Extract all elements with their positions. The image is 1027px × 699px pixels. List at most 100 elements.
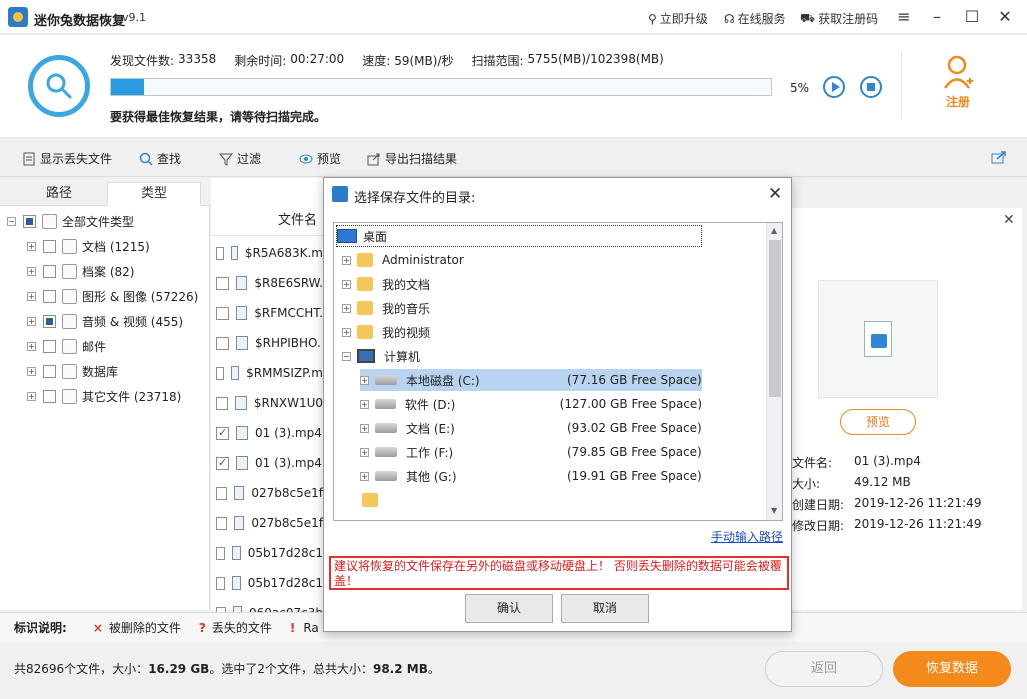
confirm-button[interactable]: 确认 <box>465 594 553 623</box>
tree-item-drive[interactable]: + 其他 (G:) (19.91 GB Free Space) <box>360 465 702 487</box>
file-row[interactable]: $RNXW1U0 <box>211 388 323 418</box>
file-row[interactable]: 027b8c5e1f <box>211 478 323 508</box>
checkbox[interactable] <box>43 264 56 278</box>
tree-item-type[interactable]: + 图形 & 图像 (57226) <box>27 285 198 307</box>
expand-icon[interactable]: + <box>360 375 369 385</box>
collapse-icon[interactable]: − <box>7 216 16 226</box>
file-checkbox[interactable] <box>216 306 229 320</box>
file-row[interactable]: 01 (3).mp4 <box>211 448 323 478</box>
share-icon[interactable] <box>991 150 1007 164</box>
scroll-thumb[interactable] <box>769 240 781 397</box>
expand-icon[interactable]: + <box>27 316 36 326</box>
stop-button[interactable] <box>860 76 882 98</box>
file-row[interactable]: $RFMCCHT. <box>211 298 323 328</box>
file-checkbox[interactable] <box>216 396 229 410</box>
column-header-filename[interactable]: 文件名 <box>211 206 323 236</box>
expand-icon[interactable]: + <box>27 366 36 376</box>
file-row[interactable]: $R5A683K.m <box>211 238 323 268</box>
tree-item-type[interactable]: + 音频 & 视频 (455) <box>27 310 183 332</box>
file-row[interactable]: $RHPIBHO. <box>211 328 323 358</box>
scroll-up-icon[interactable]: ▲ <box>771 226 777 235</box>
tree-item-drive[interactable]: + 文档 (E:) (93.02 GB Free Space) <box>360 417 702 439</box>
tree-item-partial[interactable] <box>362 489 387 511</box>
expand-icon[interactable]: + <box>360 423 369 433</box>
tab-type[interactable]: 类型 <box>107 182 201 206</box>
tab-path[interactable]: 路径 <box>12 183 106 207</box>
checkbox[interactable] <box>43 389 56 403</box>
file-row[interactable]: 05b17d28c1 <box>211 538 323 568</box>
expand-icon[interactable]: + <box>342 303 351 313</box>
file-checkbox[interactable] <box>216 276 229 290</box>
tree-item-type[interactable]: + 其它文件 (23718) <box>27 385 181 407</box>
manual-path-link[interactable]: 手动输入路径 <box>711 528 783 545</box>
online-service-link[interactable]: ☊ 在线服务 <box>724 10 786 27</box>
close-window-button[interactable]: ✕ <box>996 8 1014 26</box>
tree-item-folder[interactable]: + 我的文档 <box>342 273 430 295</box>
file-checkbox[interactable] <box>216 366 225 380</box>
expand-icon[interactable]: + <box>27 291 36 301</box>
maximize-button[interactable]: ☐ <box>963 8 981 26</box>
tree-item-drive[interactable]: + 本地磁盘 (C:) (77.16 GB Free Space) <box>360 369 702 391</box>
cancel-button[interactable]: 取消 <box>561 594 649 623</box>
file-row[interactable]: 027b8c5e1f <box>211 508 323 538</box>
expand-icon[interactable]: + <box>360 471 369 481</box>
tree-item-type[interactable]: + 文档 (1215) <box>27 235 150 257</box>
file-row[interactable]: $R8E6SRW. <box>211 268 323 298</box>
find-button[interactable]: 查找 <box>139 150 181 167</box>
tree-root[interactable]: − 全部文件类型 <box>7 210 134 232</box>
collapse-icon[interactable]: − <box>342 351 351 361</box>
expand-icon[interactable]: + <box>27 341 36 351</box>
expand-icon[interactable]: + <box>27 241 36 251</box>
filter-button[interactable]: 过滤 <box>218 150 261 167</box>
resume-button[interactable] <box>823 76 845 98</box>
file-checkbox[interactable] <box>216 246 224 260</box>
file-checkbox[interactable] <box>216 426 229 440</box>
tree-item-desktop[interactable]: 桌面 <box>336 225 702 247</box>
checkbox[interactable] <box>43 314 56 328</box>
file-checkbox[interactable] <box>216 456 229 470</box>
tree-item-drive[interactable]: + 软件 (D:) (127.00 GB Free Space) <box>360 393 702 415</box>
expand-icon[interactable]: + <box>27 266 36 276</box>
expand-icon[interactable]: + <box>27 391 36 401</box>
show-lost-files-button[interactable]: 显示丢失文件 <box>22 150 112 167</box>
tree-item-folder[interactable]: + 我的音乐 <box>342 297 430 319</box>
tree-scrollbar[interactable]: ▲ ▼ <box>766 223 782 520</box>
minimize-button[interactable]: – <box>928 8 946 26</box>
file-checkbox[interactable] <box>216 516 228 530</box>
tree-item-folder[interactable]: + Administrator <box>342 249 464 271</box>
tree-item-type[interactable]: + 邮件 <box>27 335 106 357</box>
expand-icon[interactable]: + <box>360 399 369 409</box>
get-code-link[interactable]: ⛟ 获取注册码 <box>800 10 878 27</box>
file-checkbox[interactable] <box>216 336 229 350</box>
checkbox[interactable] <box>43 239 56 253</box>
checkbox[interactable] <box>23 214 36 228</box>
file-checkbox[interactable] <box>216 546 226 560</box>
checkbox[interactable] <box>43 364 56 378</box>
close-dialog-icon[interactable]: ✕ <box>768 184 782 204</box>
recover-button[interactable]: 恢复数据 <box>893 651 1011 687</box>
menu-icon[interactable]: ≡ <box>895 8 913 26</box>
tree-item-computer[interactable]: − 计算机 <box>342 345 420 367</box>
expand-icon[interactable]: + <box>342 327 351 337</box>
preview-button[interactable]: 预览 <box>840 409 916 435</box>
close-preview-icon[interactable]: ✕ <box>1003 212 1015 228</box>
file-checkbox[interactable] <box>216 486 228 500</box>
expand-icon[interactable]: + <box>342 279 351 289</box>
expand-icon[interactable]: + <box>342 255 351 265</box>
export-results-button[interactable]: 导出扫描结果 <box>367 150 457 167</box>
checkbox[interactable] <box>43 289 56 303</box>
tree-item-drive[interactable]: + 工作 (F:) (79.85 GB Free Space) <box>360 441 702 463</box>
file-checkbox[interactable] <box>216 576 226 590</box>
register-button[interactable]: 注册 <box>936 55 980 110</box>
scroll-down-icon[interactable]: ▼ <box>771 506 777 515</box>
checkbox[interactable] <box>43 339 56 353</box>
file-row[interactable]: $RMMSIZP.m <box>211 358 323 388</box>
file-row[interactable]: 05b17d28c1 <box>211 568 323 598</box>
tree-item-type[interactable]: + 数据库 <box>27 360 118 382</box>
upgrade-link[interactable]: ⚲ 立即升级 <box>648 10 708 27</box>
back-button[interactable]: 返回 <box>765 651 883 687</box>
tree-item-folder[interactable]: + 我的视频 <box>342 321 430 343</box>
preview-toolbar-button[interactable]: 预览 <box>299 150 341 167</box>
tree-item-type[interactable]: + 档案 (82) <box>27 260 134 282</box>
file-row[interactable]: 01 (3).mp4 <box>211 418 323 448</box>
